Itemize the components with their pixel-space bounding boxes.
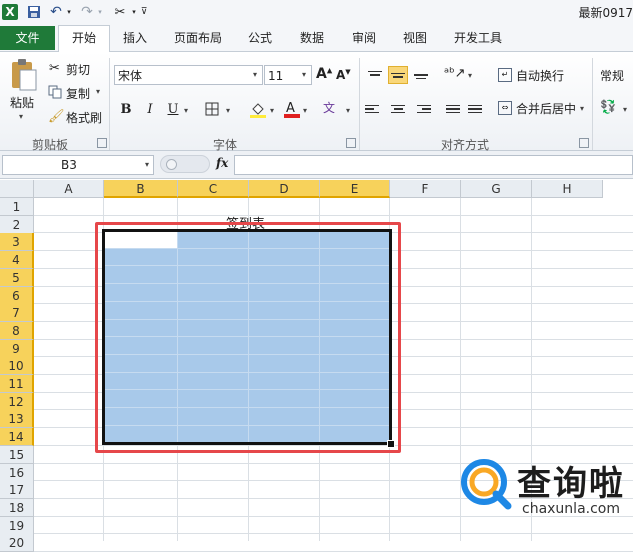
column-header-h[interactable]: H xyxy=(532,180,603,198)
row-header-12[interactable]: 12 xyxy=(0,392,34,411)
row-header-5[interactable]: 5 xyxy=(0,268,34,287)
column-header-f[interactable]: F xyxy=(390,180,461,198)
row-gridline xyxy=(34,533,633,535)
row-header-7[interactable]: 7 xyxy=(0,304,34,323)
row-header-18[interactable]: 18 xyxy=(0,498,34,517)
row-header-9[interactable]: 9 xyxy=(0,339,34,358)
row-header-17[interactable]: 17 xyxy=(0,481,34,500)
row-header-4[interactable]: 4 xyxy=(0,251,34,270)
watermark-url: chaxunla.com xyxy=(522,501,620,517)
select-all-corner[interactable] xyxy=(0,180,34,198)
row-header-15[interactable]: 15 xyxy=(0,445,34,464)
row-header-13[interactable]: 13 xyxy=(0,410,34,429)
column-header-g[interactable]: G xyxy=(461,180,532,198)
watermark-brand: 查询啦 xyxy=(517,464,625,504)
row-gridline xyxy=(34,214,633,216)
row-header-1[interactable]: 1 xyxy=(0,198,34,216)
row-header-10[interactable]: 10 xyxy=(0,357,34,376)
highlight-annotation-box xyxy=(95,222,401,453)
row-header-16[interactable]: 16 xyxy=(0,463,34,482)
row-header-14[interactable]: 14 xyxy=(0,428,34,447)
row-header-11[interactable]: 11 xyxy=(0,375,34,393)
column-header-a[interactable]: A xyxy=(34,180,104,198)
row-header-6[interactable]: 6 xyxy=(0,286,34,305)
column-header-b[interactable]: B xyxy=(104,180,178,198)
column-header-e[interactable]: E xyxy=(320,180,390,198)
row-header-20[interactable]: 20 xyxy=(0,534,34,552)
column-header-d[interactable]: D xyxy=(249,180,320,198)
row-header-8[interactable]: 8 xyxy=(0,321,34,340)
row-header-2[interactable]: 2 xyxy=(0,215,34,234)
column-header-c[interactable]: C xyxy=(178,180,249,198)
row-header-19[interactable]: 19 xyxy=(0,516,34,535)
row-header-3[interactable]: 3 xyxy=(0,233,34,252)
watermark-logo-icon xyxy=(460,458,512,510)
